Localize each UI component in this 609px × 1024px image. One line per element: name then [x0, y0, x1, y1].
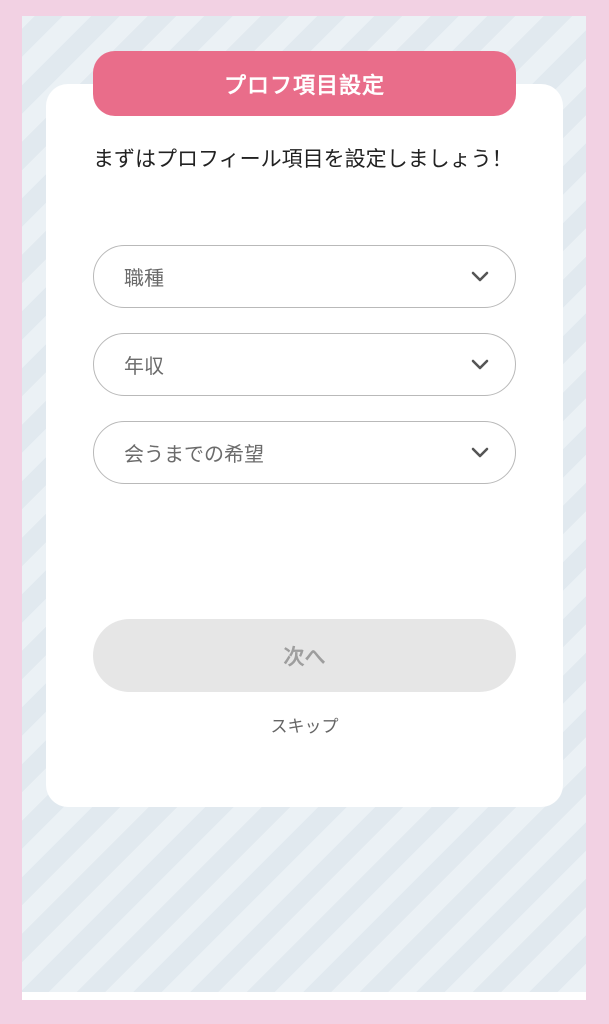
job-type-label: 職種: [124, 266, 164, 290]
annual-income-label: 年収: [124, 354, 164, 378]
chevron-down-icon: [471, 271, 489, 283]
skip-link[interactable]: スキップ: [93, 712, 516, 737]
chevron-down-icon: [471, 447, 489, 459]
job-type-select[interactable]: 職種: [93, 245, 516, 308]
bottom-strip: [22, 992, 586, 1000]
chevron-down-icon: [471, 359, 489, 371]
page-frame: プロフ項目設定 まずはプロフィール項目を設定しましょう！ 職種 年収 会うまでの…: [0, 0, 609, 1024]
intro-text: まずはプロフィール項目を設定しましょう！: [93, 147, 513, 171]
annual-income-select[interactable]: 年収: [93, 333, 516, 396]
page-title: プロフ項目設定: [93, 51, 516, 116]
next-button[interactable]: 次へ: [93, 619, 516, 692]
meeting-preference-select[interactable]: 会うまでの希望: [93, 421, 516, 484]
meeting-preference-label: 会うまでの希望: [124, 442, 264, 466]
